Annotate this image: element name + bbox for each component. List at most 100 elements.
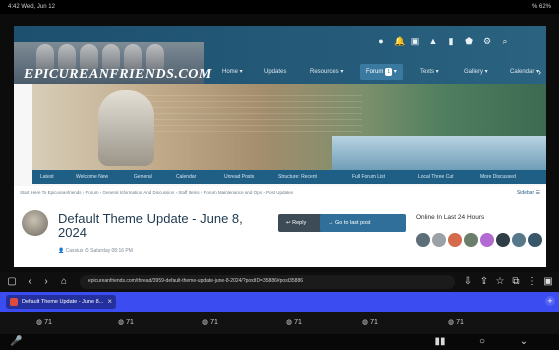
nav-texts[interactable]: Texts ▾ [420,64,439,80]
site-header: EPICUREANFRIENDS.COM ● 🔔 ▣ ▲ ▮ ⬟ ⚙ ⌕ Hom… [14,26,546,84]
app-icon: ◍ [286,319,293,326]
search-icon[interactable]: ⌕ [500,36,510,46]
add-tab-button[interactable]: + [545,296,555,306]
chevron-right-icon[interactable]: › [538,64,541,80]
go-to-last-post-button[interactable]: → Go to last post [320,214,406,232]
app-icon: ◍ [448,319,455,326]
avatar[interactable] [496,233,510,247]
status-time-date: 4:42 Wed, Jun 12 [8,4,55,10]
close-tab-icon[interactable]: × [107,297,112,306]
tabs-icon[interactable]: ▢ [6,276,18,288]
browser-toolbar: ▢ ‹ › ⌂ epicureanfriends.com/thread/3959… [0,272,559,292]
status-bar: 4:42 Wed, Jun 12 % 62% [0,0,559,14]
breadcrumb-path[interactable]: Start Here To Epicureanfriends › Forum ›… [20,190,293,195]
go-to-last-post-label: Go to last post [335,220,371,226]
warning-icon[interactable]: ▲ [428,36,438,46]
app-icon: ◍ [118,319,125,326]
shield-icon[interactable]: ⬟ [464,36,474,46]
site-logo[interactable]: EPICUREANFRIENDS.COM [24,67,212,83]
nav-label: Resources [310,69,339,75]
downloads-icon[interactable]: ⇩ [462,276,474,288]
address-bar[interactable]: epicureanfriends.com/thread/3959-default… [80,275,455,289]
bust-statue [98,90,154,166]
home-icon[interactable]: ⌂ [58,276,70,288]
avatar[interactable] [512,233,526,247]
nav-label: Texts [420,69,435,75]
task-item[interactable]: ◍ 71 [286,316,310,330]
subnav-item[interactable]: Welcome New [76,170,108,184]
subnav-item[interactable]: More Discussed [480,170,516,184]
forward-icon[interactable]: › [40,276,52,288]
task-label: 71 [294,319,302,326]
subnav-item[interactable]: Calendar [176,170,196,184]
apps-icon[interactable]: ▣ [542,276,554,288]
thread-meta: 👤 Cassius ⏱ Saturday 08:16 PM [58,248,133,254]
tab-title: Default Theme Update - June 8... [22,299,104,305]
user-icon[interactable]: ● [376,36,386,46]
task-label: 71 [210,319,218,326]
nav-label: Forum [366,69,384,75]
task-item[interactable]: ◍ 71 [448,316,472,330]
sea [332,136,546,170]
avatar[interactable] [416,233,430,247]
browser-tab[interactable]: Default Theme Update - June 8... × [6,295,116,309]
subnav-item[interactable]: Local Three Cut [418,170,453,184]
task-item[interactable]: ◍ 71 [362,316,386,330]
subnav-item[interactable]: General [134,170,152,184]
bookmark-icon[interactable]: ☆ [494,276,506,288]
forum-badge: 1 [385,68,393,76]
subnav-item[interactable]: Structure: Recent [278,170,317,184]
reply-icon: ↩ [286,220,291,226]
chat-icon[interactable]: ▮ [446,36,456,46]
message-icon[interactable]: ▣ [410,36,420,46]
reply-label: Reply [292,220,307,226]
subnav-item[interactable]: Latest [40,170,54,184]
avatar[interactable] [464,233,478,247]
nav-forum[interactable]: Forum 1 ▾ [360,64,403,80]
nav-updates[interactable]: Updates [264,64,286,80]
settings-icon[interactable]: ⚙ [482,36,492,46]
nav-gallery[interactable]: Gallery ▾ [464,64,488,80]
sidebar-toggle[interactable]: Sidebar ☰ [517,190,540,196]
nav-home[interactable]: Home ▾ [222,64,243,80]
taskbar: ◍ 71 ◍ 71 ◍ 71 ◍ 71 ◍ 71 ◍ 71 [0,312,559,334]
avatar[interactable] [448,233,462,247]
subnav-item[interactable]: Full Forum List [352,170,385,184]
home-icon[interactable]: ○ [476,336,488,348]
recents-icon[interactable]: ▮▮ [434,336,446,348]
menu-icon[interactable]: ⋮ [526,276,538,288]
task-label: 71 [44,319,52,326]
nav-resources[interactable]: Resources ▾ [310,64,343,80]
app-icon: ◍ [36,319,43,326]
avatar[interactable] [22,210,48,236]
thread-author[interactable]: Cassius [66,248,84,254]
bell-icon[interactable]: 🔔 [394,36,405,46]
app-icon: ◍ [202,319,209,326]
task-label: 71 [456,319,464,326]
avatar[interactable] [432,233,446,247]
android-navbar: 🎤 ▮▮ ○ ⌄ [0,334,559,350]
thread-date: Saturday 08:16 PM [90,248,133,254]
task-label: 71 [126,319,134,326]
mic-icon[interactable]: 🎤 [10,336,22,348]
share-icon[interactable]: ⇪ [478,276,490,288]
subnav-item[interactable]: Unread Posts [224,170,254,184]
inscription [142,92,362,132]
thread-title: Default Theme Update - June 8, 2024 [58,211,243,240]
avatar[interactable] [480,233,494,247]
avatar[interactable] [528,233,542,247]
user-icon: 👤 [58,248,65,254]
url-text: epicureanfriends.com/thread/3959-default… [88,278,304,284]
task-item[interactable]: ◍ 71 [202,316,226,330]
tab-strip: Default Theme Update - June 8... × + [0,292,559,312]
nav-label: Calendar [510,69,535,75]
extensions-icon[interactable]: ⧉ [510,276,522,288]
nav-calendar[interactable]: Calendar ▾ [510,64,539,80]
hero-image [32,84,546,170]
back-icon[interactable]: ‹ [24,276,36,288]
task-item[interactable]: ◍ 71 [118,316,142,330]
back-icon[interactable]: ⌄ [518,336,530,348]
nav-label: Updates [264,69,287,75]
sub-navigation: Latest Welcome New General Calendar Unre… [32,170,546,184]
task-item[interactable]: ◍ 71 [36,316,60,330]
